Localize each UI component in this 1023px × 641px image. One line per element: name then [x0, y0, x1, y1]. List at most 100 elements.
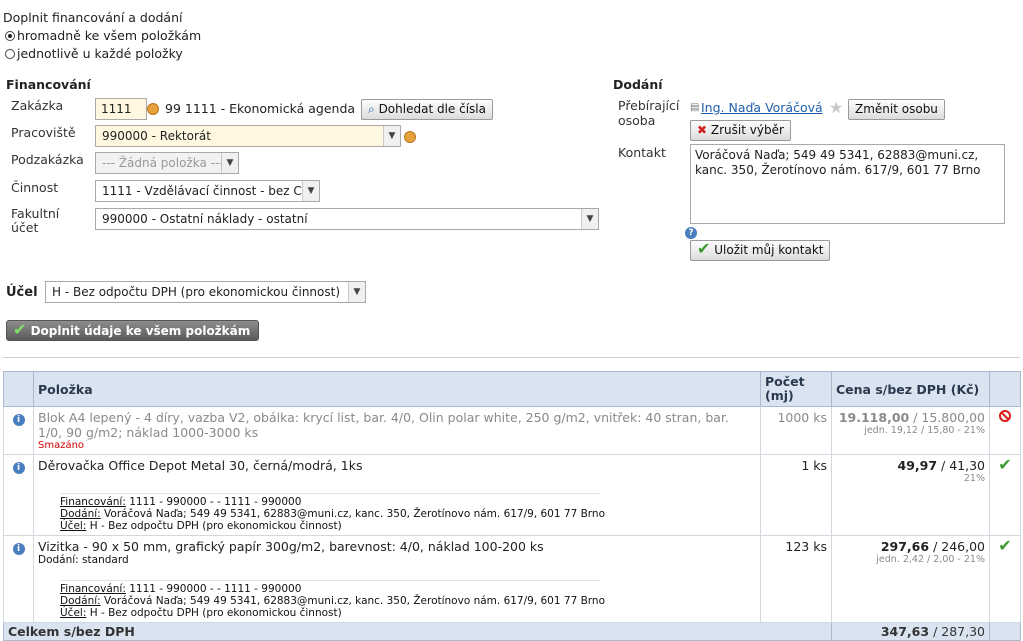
items-table: Položka Počet (mj) Cena s/bez DPH (Kč) i…: [3, 371, 1021, 641]
total-price-without-vat: / 287,30: [929, 624, 985, 639]
podzakazka-value: --- Žádná položka ---: [102, 156, 224, 170]
item-price-with-vat: 19.118,00: [838, 410, 910, 425]
save-contact-label: Uložit můj kontakt: [714, 243, 824, 257]
item-price-note: jedn. 19,12 / 15,80 - 21%: [864, 425, 985, 436]
radio-single[interactable]: [5, 49, 15, 59]
chevron-down-icon: ▼: [302, 181, 319, 201]
podzakazka-select[interactable]: --- Žádná položka --- ▼: [95, 152, 239, 174]
cinnost-select[interactable]: 1111 - Vzdělávací činnost - bez CP ▼: [95, 180, 320, 202]
change-person-button[interactable]: Změnit osobu: [848, 99, 945, 120]
zakazka-text: 99 1111 - Ekonomická agenda: [165, 101, 356, 116]
fill-button-label: Doplnit údaje ke všem položkám: [30, 324, 251, 338]
column-header-count[interactable]: Počet (mj): [760, 371, 832, 407]
item-count: 1000 ks: [760, 406, 832, 455]
podzakazka-label: Podzakázka: [11, 152, 84, 167]
person-label-line1: Přebírající: [618, 98, 680, 113]
chevron-down-icon: ▼: [221, 153, 238, 173]
item-price-without-vat: / 41,30: [937, 458, 985, 473]
zakazka-input[interactable]: 1111: [95, 98, 147, 120]
ucet-label-line1: Fakultní: [11, 206, 60, 221]
count-header-line1: Počet: [765, 374, 805, 389]
person-link[interactable]: Ing. Naďa Voráčová: [701, 100, 823, 115]
item-price-without-vat: / 246,00: [929, 539, 985, 554]
info-icon[interactable]: i: [12, 414, 25, 426]
item-name: Blok A4 lepený - 4 díry, vazba V2, obálk…: [38, 410, 729, 440]
total-price-with-vat: 347,63: [880, 624, 930, 639]
person-label-line2: osoba: [618, 113, 656, 128]
table-row: i Děrovačka Office Depot Metal 30, černá…: [3, 454, 1021, 536]
financing-title: Financování: [6, 77, 91, 92]
gear-icon[interactable]: [147, 103, 159, 115]
radio-single-option[interactable]: jednotlivě u každé položky: [5, 46, 183, 61]
total-status: [989, 622, 1021, 641]
star-icon[interactable]: ★: [829, 98, 843, 117]
radio-bulk-option[interactable]: hromadně ke všem položkám: [5, 28, 201, 43]
checkmark-icon: ✔: [13, 320, 27, 339]
purpose-select[interactable]: H - Bez odpočtu DPH (pro ekonomickou čin…: [45, 281, 366, 303]
total-label: Celkem s/bez DPH: [3, 622, 832, 641]
save-contact-button[interactable]: ✔ Uložit můj kontakt: [690, 240, 831, 261]
table-row: i Vizitka - 90 x 50 mm, grafický papír 3…: [3, 535, 1021, 623]
search-icon: ⌕: [368, 102, 375, 116]
item-name: Vizitka - 90 x 50 mm, grafický papír 300…: [38, 539, 544, 554]
purpose-detail-value: H - Bez odpočtu DPH (pro ekonomickou čin…: [86, 520, 342, 532]
table-header-icon: [3, 371, 34, 407]
info-icon[interactable]: i: [12, 543, 25, 555]
deleted-icon[interactable]: [999, 410, 1011, 422]
purpose-detail-label: Účel:: [60, 520, 87, 532]
count-header-line2: (mj): [765, 388, 794, 403]
radio-bulk-label: hromadně ke všem položkám: [17, 28, 202, 43]
chevron-down-icon: ▼: [581, 209, 598, 229]
radio-single-label: jednotlivě u každé položky: [17, 46, 183, 61]
total-row: Celkem s/bez DPH 347,63 / 287,30: [3, 622, 1021, 641]
gear-icon[interactable]: [404, 131, 416, 143]
delivery-detail-value: Voráčová Naďa; 549 49 5341, 62883@muni.c…: [100, 595, 605, 607]
person-label: Přebírající osoba: [618, 98, 679, 128]
ucet-select[interactable]: 990000 - Ostatní náklady - ostatní ▼: [95, 208, 599, 230]
delivery-detail-label: Dodání:: [60, 595, 101, 607]
ucet-label-line2: účet: [11, 220, 39, 235]
checkmark-icon: ✔: [998, 455, 1012, 474]
table-header-status: [989, 371, 1021, 407]
search-by-number-button[interactable]: ⌕ Dohledat dle čísla: [361, 99, 493, 120]
contact-textarea[interactable]: Voráčová Naďa; 549 49 5341, 62883@muni.c…: [690, 144, 1005, 224]
item-price-without-vat: / 15.800,00: [909, 410, 985, 425]
ucet-value: 990000 - Ostatní náklady - ostatní: [102, 212, 308, 226]
item-sub-delivery: Dodání: standard: [38, 554, 129, 566]
column-header-item[interactable]: Položka: [33, 371, 761, 407]
pracoviste-select[interactable]: 990000 - Rektorát ▼: [95, 125, 401, 147]
search-button-label: Dohledat dle čísla: [378, 102, 486, 116]
item-count: 123 ks: [760, 535, 832, 623]
item-price-with-vat: 49,97: [897, 458, 938, 473]
chevron-down-icon: ▼: [383, 126, 400, 146]
item-price-note: jedn. 2,42 / 2,00 - 21%: [876, 554, 985, 565]
item-count: 1 ks: [760, 454, 832, 536]
item-detail-divider: [60, 580, 600, 581]
item-price-note: 21%: [963, 473, 985, 484]
cinnost-label: Činnost: [11, 180, 59, 195]
help-icon[interactable]: ?: [685, 227, 697, 239]
info-icon[interactable]: i: [12, 462, 25, 474]
item-name: Děrovačka Office Depot Metal 30, černá/m…: [38, 458, 363, 473]
divider: [3, 357, 1020, 358]
fill-all-items-button[interactable]: ✔ Doplnit údaje ke všem položkám: [6, 320, 260, 341]
delivery-detail-value: Voráčová Naďa; 549 49 5341, 62883@muni.c…: [100, 508, 605, 520]
radio-bulk[interactable]: [5, 31, 15, 41]
financing-detail-label: Financování:: [60, 496, 126, 508]
cinnost-value: 1111 - Vzdělávací činnost - bez CP: [102, 184, 310, 198]
item-detail-divider: [60, 493, 600, 494]
page-title: Doplnit financování a dodání: [3, 10, 183, 25]
financing-detail-value: 1111 - 990000 - - 1111 - 990000: [125, 496, 302, 508]
ucet-label: Fakultní účet: [11, 207, 59, 235]
contact-label: Kontakt: [618, 145, 666, 160]
financing-detail-value: 1111 - 990000 - - 1111 - 990000: [125, 583, 302, 595]
delivery-detail-label: Dodání:: [60, 508, 101, 520]
pracoviste-value: 990000 - Rektorát: [102, 129, 211, 143]
financing-detail-label: Financování:: [60, 583, 126, 595]
column-header-price[interactable]: Cena s/bez DPH (Kč): [831, 371, 990, 407]
item-detail: Financování: 1111 - 990000 - - 1111 - 99…: [38, 496, 756, 532]
purpose-detail-value: H - Bez odpočtu DPH (pro ekonomickou čin…: [86, 607, 342, 619]
person-card-icon: ▤: [690, 102, 700, 113]
cancel-button-label: Zrušit výběr: [710, 123, 784, 137]
cancel-selection-button[interactable]: ✖ Zrušit výběr: [690, 120, 791, 141]
